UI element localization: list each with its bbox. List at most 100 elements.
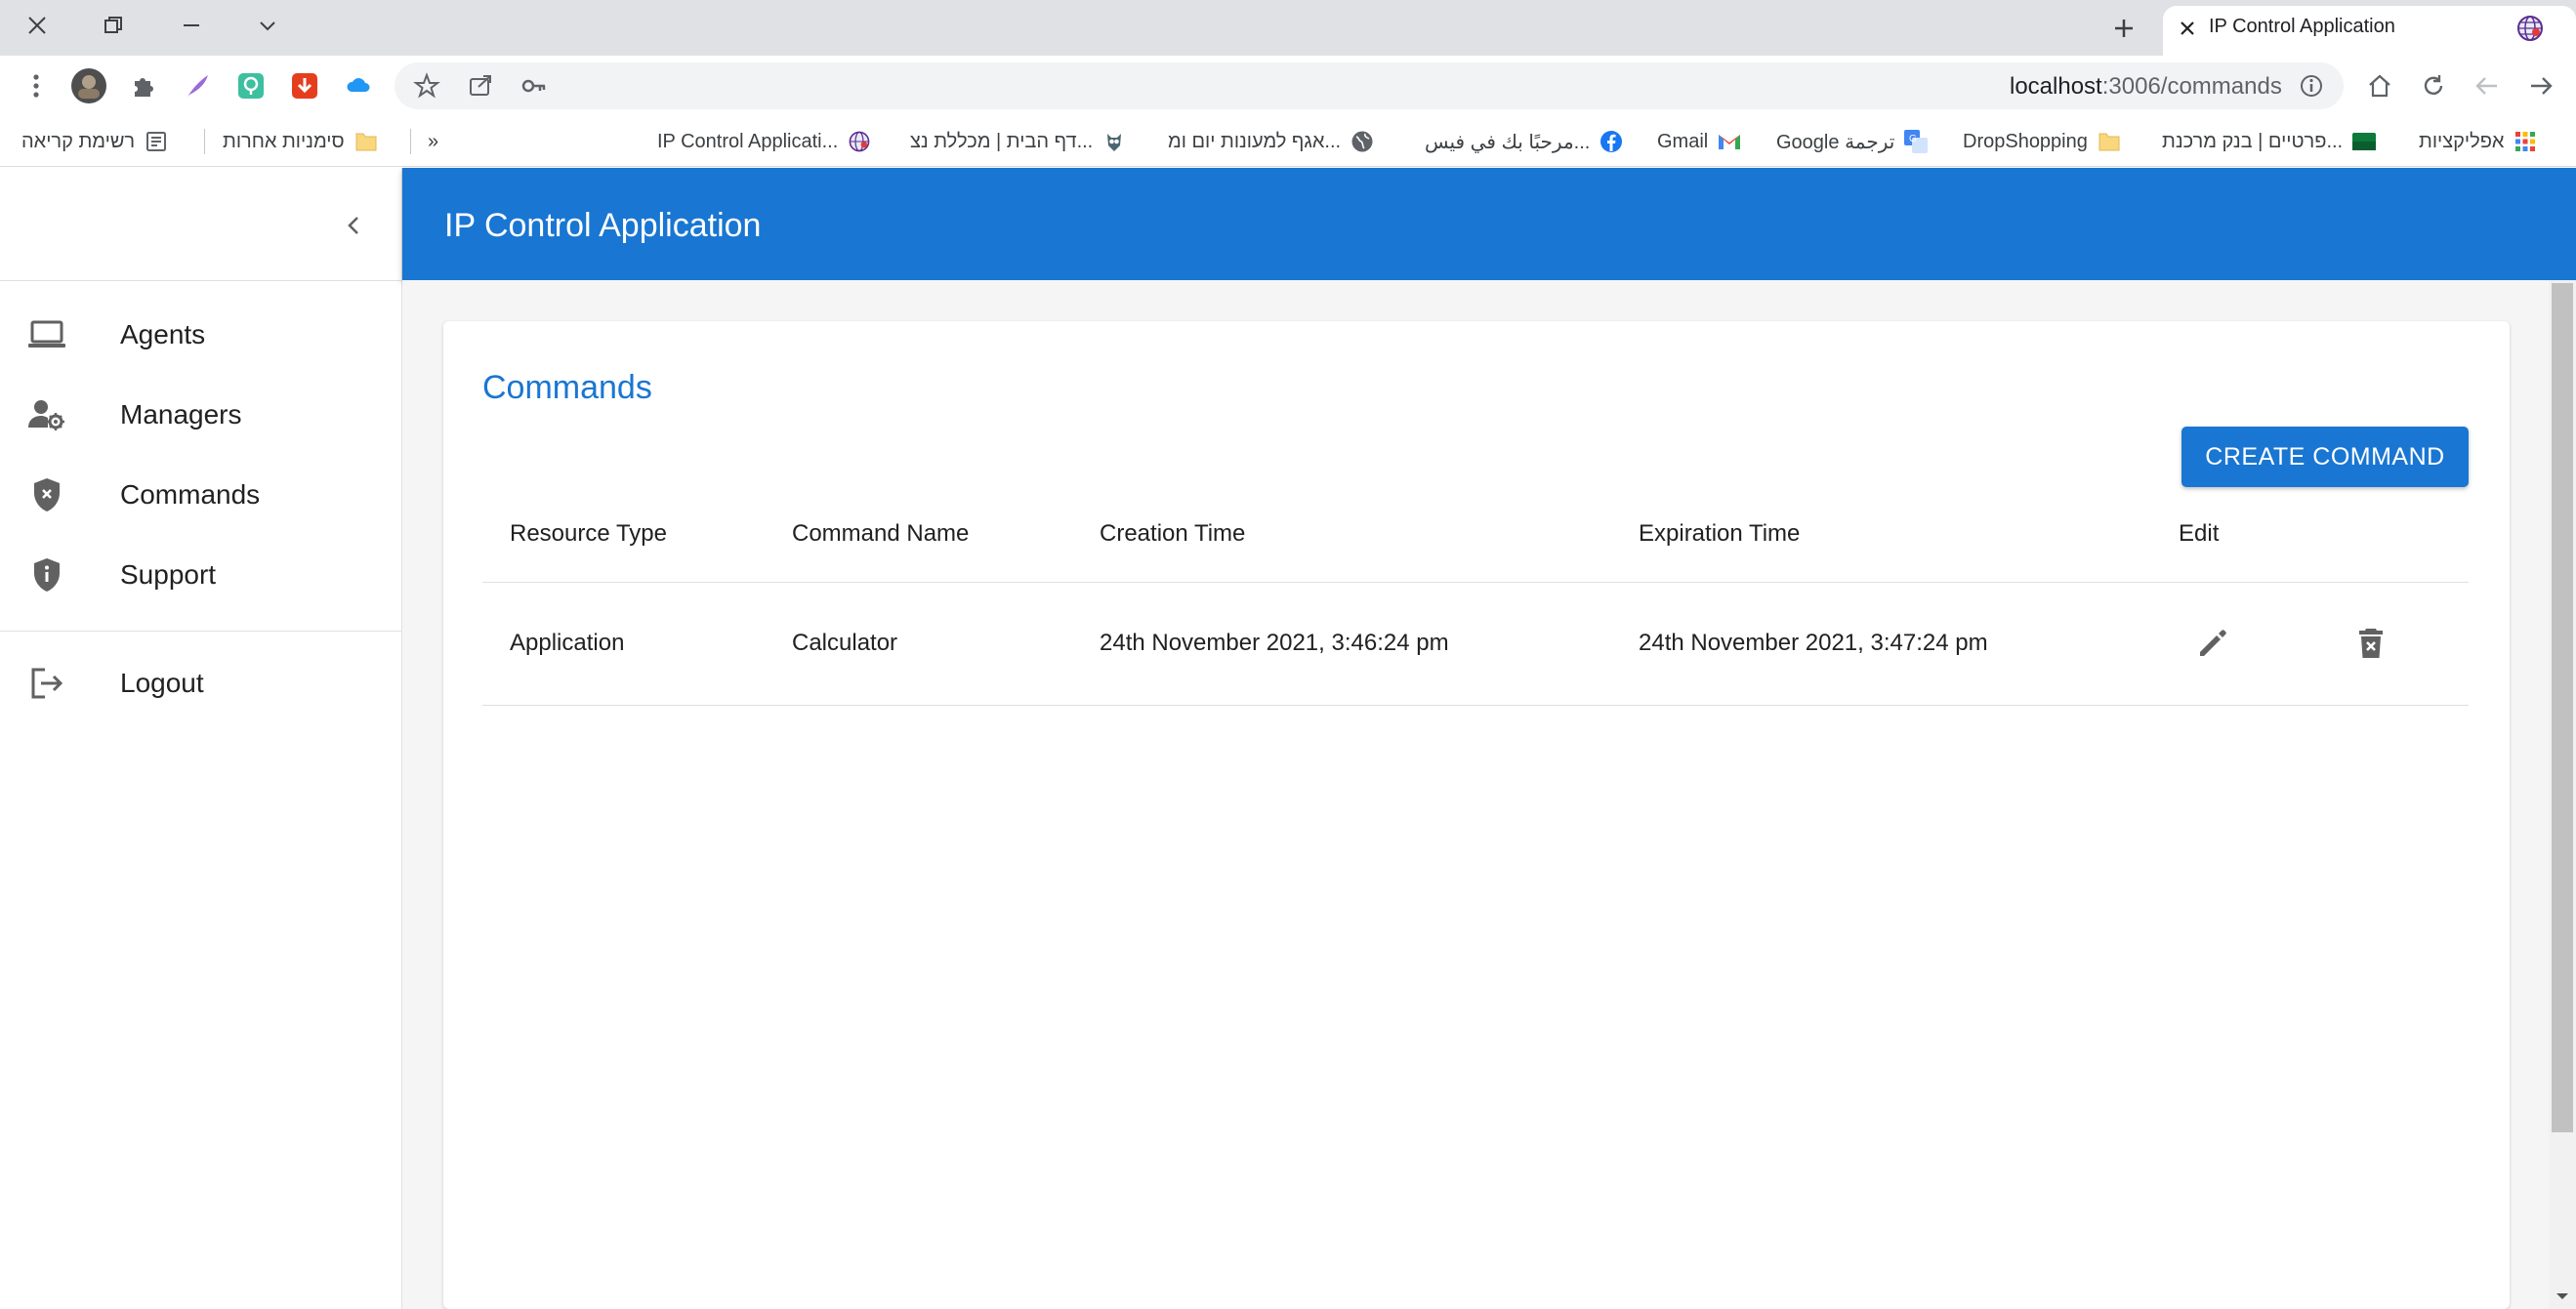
profile-avatar[interactable]: [70, 67, 107, 104]
column-header-resource-type: Resource Type: [510, 520, 667, 547]
bookmark-label: Google ترجمة: [1776, 131, 1895, 153]
reading-list-icon: [145, 130, 168, 153]
bookmark-label: IP Control Applicati...: [657, 130, 839, 152]
url-host: localhost: [2010, 73, 2102, 100]
bookmark-ip-control[interactable]: IP Control Applicati...: [657, 127, 871, 156]
bookmark-label: רשימת קריאה: [21, 130, 136, 152]
bookmark-daycare[interactable]: אגף למעונות יום ומ...: [1168, 127, 1374, 156]
bookmark-reading-list[interactable]: רשימת קריאה: [21, 127, 168, 156]
reload-icon[interactable]: [2415, 67, 2452, 104]
globe-icon: [1350, 130, 1374, 153]
sidebar: Agents Managers Commands Support Logout: [0, 168, 402, 1309]
app-globe-icon: [848, 130, 871, 153]
sidebar-item-support[interactable]: Support: [0, 535, 401, 615]
column-header-command-name: Command Name: [792, 520, 970, 547]
bookmarks-divider: [204, 129, 205, 154]
page-title: Commands: [482, 369, 652, 406]
bookmark-bank[interactable]: פרטיים | בנק מרכנת...: [2162, 127, 2377, 156]
bookmark-label: مرحبًا بك في فيس...: [1425, 131, 1591, 153]
cell-resource-type: Application: [510, 630, 625, 656]
create-command-button[interactable]: CREATE COMMAND: [2181, 427, 2469, 487]
sidebar-item-managers[interactable]: Managers: [0, 375, 401, 455]
password-key-icon[interactable]: [516, 67, 553, 104]
window-minimize-icon[interactable]: [160, 6, 223, 45]
quill-extension-icon[interactable]: [179, 67, 216, 104]
sidebar-item-label: Support: [120, 559, 217, 590]
bookmark-star-icon[interactable]: [408, 67, 445, 104]
delete-trash-icon[interactable]: [2348, 621, 2393, 666]
sidebar-header: [0, 168, 401, 281]
bookmarks-divider: [410, 129, 411, 154]
shield-info-icon: [25, 553, 68, 596]
browser-menu-icon[interactable]: [18, 67, 55, 104]
window-close-icon[interactable]: [6, 6, 68, 45]
apps-grid-icon: [2514, 130, 2537, 153]
app-header: IP Control Application: [402, 168, 2576, 280]
edit-pencil-icon[interactable]: [2190, 621, 2235, 666]
extensions-puzzle-icon[interactable]: [125, 67, 162, 104]
sidebar-item-label: Managers: [120, 399, 242, 430]
cell-command-name: Calculator: [792, 630, 898, 656]
bookmark-label: סימניות אחרות: [223, 130, 345, 152]
bookmark-gmail[interactable]: Gmail: [1657, 127, 1741, 156]
column-header-edit: Edit: [2179, 520, 2220, 547]
window-restore-icon[interactable]: [82, 6, 145, 45]
bookmark-label: פרטיים | בנק מרכנת...: [2162, 130, 2344, 152]
back-arrow-icon[interactable]: [2469, 67, 2506, 104]
logout-icon: [25, 662, 68, 705]
sidebar-item-label: Logout: [120, 668, 204, 698]
table-row-divider: [482, 705, 2469, 706]
url-text[interactable]: localhost:3006/commands: [2010, 73, 2282, 101]
bookmark-college[interactable]: דף הבית | מכללת נצ...: [910, 127, 1126, 156]
tab-search-chevron-icon[interactable]: [236, 6, 299, 45]
bookmark-label: אפליקציות: [2419, 130, 2505, 152]
new-tab-icon[interactable]: [2099, 8, 2148, 49]
bookmark-label: דף הבית | מכללת נצ...: [910, 130, 1094, 152]
table-header-divider: [482, 582, 2469, 583]
url-path: :3006/commands: [2101, 73, 2282, 100]
home-icon[interactable]: [2361, 67, 2398, 104]
bookmark-facebook[interactable]: مرحبًا بك في فيس...: [1425, 127, 1623, 156]
bookmark-apps[interactable]: אפליקציות: [2419, 127, 2537, 156]
scrollbar-thumb[interactable]: [2552, 283, 2573, 1132]
bank-icon: [2352, 130, 2377, 153]
app-title: IP Control Application: [444, 207, 762, 244]
bookmark-label: אגף למעונות יום ומ...: [1168, 130, 1342, 152]
cell-expiration-time: 24th November 2021, 3:47:24 pm: [1639, 630, 1988, 656]
column-header-creation-time: Creation Time: [1100, 520, 1246, 547]
svg-text:G: G: [1909, 134, 1917, 144]
sidebar-item-agents[interactable]: Agents: [0, 295, 401, 375]
forward-arrow-icon[interactable]: [2522, 67, 2559, 104]
sidebar-item-label: Commands: [120, 479, 261, 510]
app-globe-icon: [2515, 14, 2545, 43]
tab-title: IP Control Application: [2209, 16, 2395, 37]
chevron-left-icon[interactable]: [332, 203, 377, 248]
sidebar-divider: [0, 631, 401, 632]
owl-icon: [1102, 130, 1126, 153]
bookmark-google-translate[interactable]: Google ترجمة G: [1776, 127, 1929, 156]
bookmark-other-bookmarks[interactable]: סימניות אחרות: [223, 127, 378, 156]
sidebar-item-label: Agents: [120, 319, 206, 349]
share-icon[interactable]: [462, 67, 499, 104]
overflow-chevron-icon: »: [428, 130, 439, 152]
manager-gear-icon: [25, 393, 68, 436]
gmail-icon: [1718, 130, 1741, 153]
bookmark-label: Gmail: [1657, 130, 1709, 152]
cloud-extension-icon[interactable]: [340, 67, 377, 104]
sidebar-item-logout[interactable]: Logout: [0, 643, 401, 723]
folder-icon: [354, 130, 378, 153]
site-info-icon[interactable]: [2293, 67, 2330, 104]
column-header-expiration-time: Expiration Time: [1639, 520, 1801, 547]
scroll-down-arrow-icon[interactable]: [2549, 1283, 2576, 1309]
bookmark-dropshopping[interactable]: DropShopping: [1963, 127, 2121, 156]
bookmark-label: DropShopping: [1963, 130, 2088, 152]
facebook-icon: [1600, 130, 1623, 153]
cell-creation-time: 24th November 2021, 3:46:24 pm: [1100, 630, 1449, 656]
download-extension-icon[interactable]: [286, 67, 323, 104]
translate-icon: G: [1904, 130, 1929, 153]
tab-close-icon[interactable]: [2173, 14, 2202, 43]
green-extension-icon[interactable]: [232, 67, 270, 104]
bookmarks-overflow-button[interactable]: »: [428, 127, 438, 156]
sidebar-item-commands[interactable]: Commands: [0, 455, 401, 535]
shield-x-icon: [25, 473, 68, 516]
